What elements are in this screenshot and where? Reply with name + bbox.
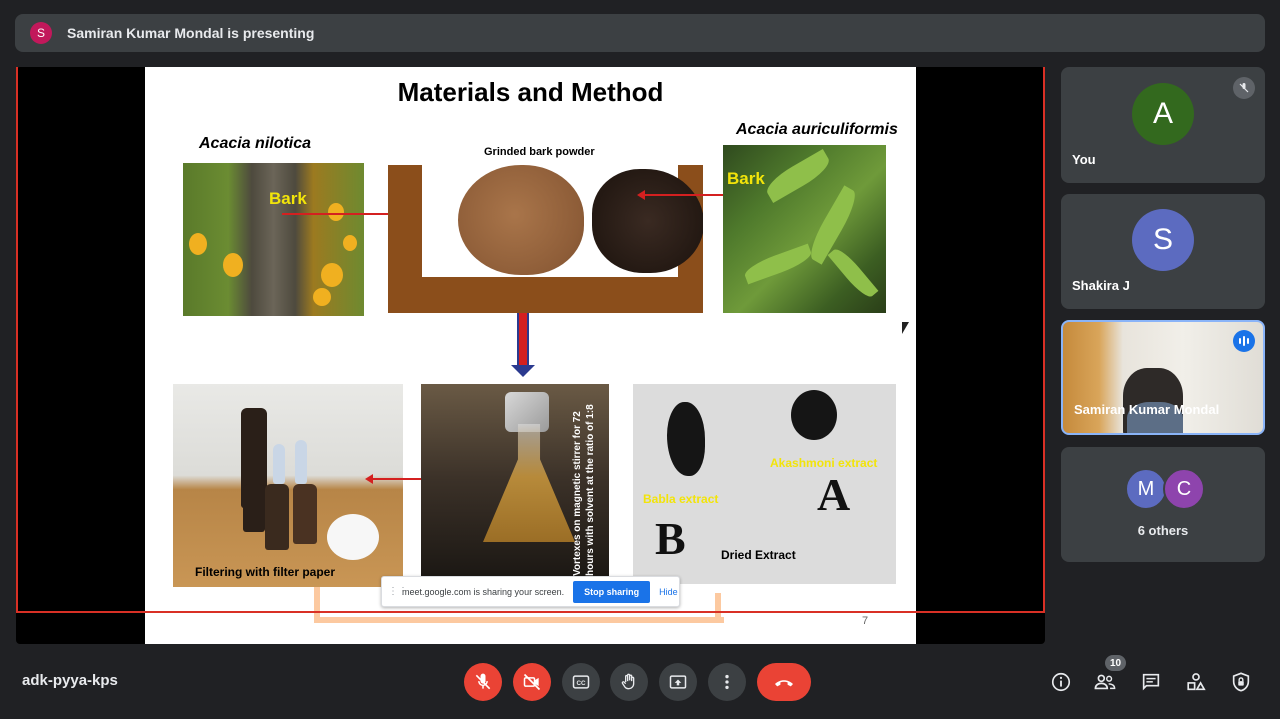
letter-a: A (817, 469, 851, 520)
participant-tile-samiran[interactable]: Samiran Kumar Mondal (1061, 320, 1265, 435)
hide-link[interactable]: Hide (659, 587, 678, 597)
label-acacia-nilotica: Acacia nilotica (199, 135, 312, 152)
mic-toggle-button[interactable] (464, 663, 502, 701)
avatar: A (1132, 83, 1194, 145)
screen-share-bar: ⋮⋮ meet.google.com is sharing your scree… (381, 576, 680, 607)
slide-title: Materials and Method (397, 77, 664, 107)
present-button[interactable] (659, 663, 697, 701)
participant-tile-shakira[interactable]: S Shakira J (1061, 194, 1265, 309)
participant-tile-you[interactable]: A You (1061, 67, 1265, 183)
photo-bark-powder (388, 165, 703, 313)
participant-name: You (1072, 152, 1096, 167)
bark-label-right: Bark (727, 169, 765, 188)
more-options-button[interactable] (708, 663, 746, 701)
mic-off-icon (475, 673, 491, 690)
dried-caption: Dried Extract (721, 548, 796, 562)
hang-up-icon (775, 680, 793, 687)
photo-magnetic-stirrer: Vortexes on magnetic stirrer for 72 hour… (421, 384, 609, 576)
avatar: S (1132, 209, 1194, 271)
connector-right (715, 593, 721, 623)
speaking-indicator-icon (1233, 330, 1255, 352)
meeting-details-button[interactable] (1046, 667, 1076, 697)
presenting-banner: S Samiran Kumar Mondal is presenting (15, 14, 1265, 52)
slide-page-number: 7 (862, 615, 869, 627)
camera-toggle-button[interactable] (513, 663, 551, 701)
photo-dried-extract: Akashmoni extract Babla extract B A Drie… (633, 384, 896, 584)
mouse-cursor-icon (902, 322, 909, 334)
present-icon (669, 675, 687, 689)
bark-label-left: Bark (269, 189, 307, 208)
share-message: meet.google.com is sharing your screen. (402, 586, 565, 597)
people-icon (1094, 674, 1116, 690)
more-vert-icon (725, 674, 729, 690)
avatar: M (1125, 468, 1167, 510)
leave-call-button[interactable] (757, 663, 811, 701)
photo-acacia-nilotica: Bark (183, 163, 364, 316)
activities-icon (1187, 673, 1206, 691)
people-button[interactable] (1090, 667, 1120, 697)
hand-icon (621, 673, 635, 690)
stirrer-caption: Vortexes on magnetic stirrer for 72 hour… (572, 404, 596, 576)
presenting-text: Samiran Kumar Mondal is presenting (67, 25, 315, 41)
meeting-code: adk-pyya-kps (22, 672, 118, 689)
shield-lock-icon (1232, 672, 1250, 692)
camera-off-icon (523, 673, 541, 691)
others-label: 6 others (1137, 523, 1189, 538)
mic-off-icon (1233, 77, 1255, 99)
photo-acacia-auriculiformis: Bark (723, 145, 886, 313)
avatar: C (1163, 468, 1205, 510)
presentation-slide: Materials and Method Acacia nilotica Aca… (145, 67, 916, 644)
captions-button[interactable]: CC (562, 663, 600, 701)
caption-grinded-powder: Grinded bark powder (484, 146, 595, 158)
stop-sharing-button[interactable]: Stop sharing (573, 580, 651, 603)
activities-button[interactable] (1181, 667, 1211, 697)
drag-handle-icon[interactable]: ⋮⋮ (388, 586, 408, 597)
chat-icon (1142, 673, 1160, 691)
people-count-badge: 10 (1105, 655, 1126, 671)
presenter-avatar: S (30, 22, 52, 44)
participant-name: Samiran Kumar Mondal (1074, 402, 1220, 417)
svg-text:CC: CC (576, 680, 586, 687)
raise-hand-button[interactable] (610, 663, 648, 701)
info-icon (1051, 672, 1071, 692)
participant-name: Shakira J (1072, 278, 1130, 293)
letter-b: B (655, 513, 686, 564)
babla-label: Babla extract (643, 492, 719, 506)
host-controls-button[interactable] (1226, 667, 1256, 697)
label-acacia-auriculiformis: Acacia auriculiformis (736, 121, 898, 138)
arrow-down (511, 313, 535, 377)
connector-bottom (314, 617, 724, 623)
chat-button[interactable] (1136, 667, 1166, 697)
filter-caption: Filtering with filter paper (195, 565, 336, 579)
photo-filtering: Filtering with filter paper (173, 384, 403, 587)
participant-tile-others[interactable]: M C 6 others (1061, 447, 1265, 562)
captions-icon: CC (572, 675, 590, 689)
